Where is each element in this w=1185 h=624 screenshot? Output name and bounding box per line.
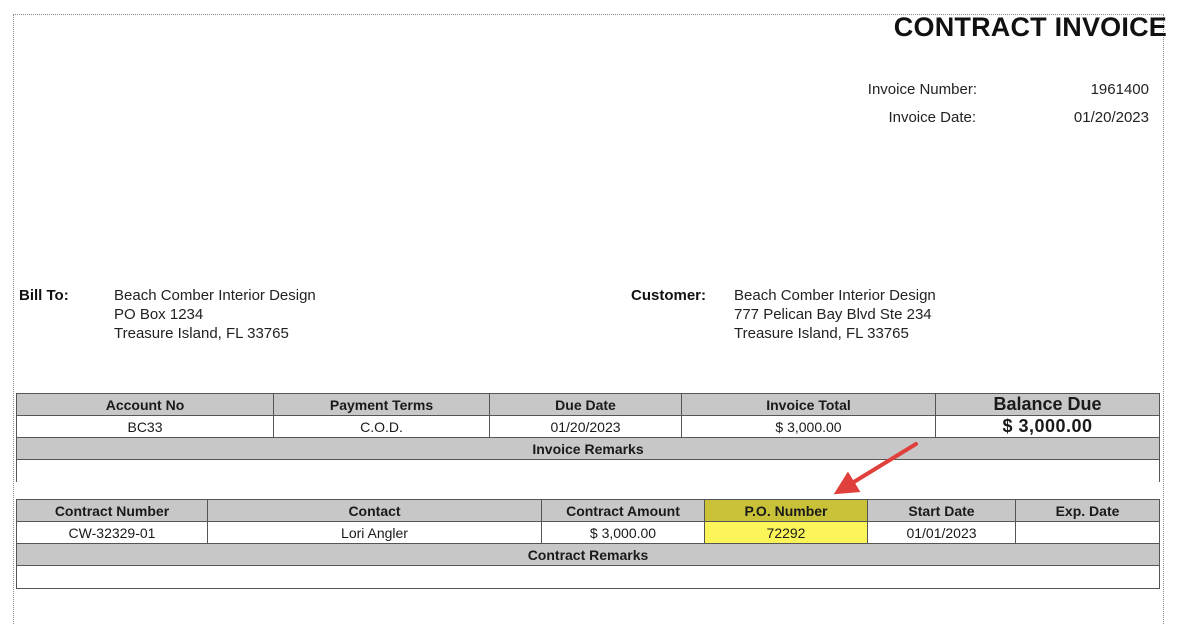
contract-remarks-header: Contract Remarks — [16, 543, 1160, 566]
customer-line-2: 777 Pelican Bay Blvd Ste 234 — [734, 306, 932, 323]
exp-date-value — [1015, 521, 1160, 544]
contract-number-value: CW-32329-01 — [16, 521, 208, 544]
start-date-header: Start Date — [867, 499, 1016, 522]
invoice-title: CONTRACT INVOICE — [893, 12, 1167, 42]
po-number-header: P.O. Number — [704, 499, 868, 522]
balance-due-value: $ 3,000.00 — [935, 415, 1160, 438]
account-no-header: Account No — [16, 393, 274, 416]
contact-value: Lori Angler — [207, 521, 542, 544]
invoice-total-header: Invoice Total — [681, 393, 936, 416]
contract-remarks-header-row: Contract Remarks — [16, 543, 1160, 566]
bill-to-label: Bill To: — [19, 287, 69, 304]
bill-to-line-2: PO Box 1234 — [114, 306, 204, 323]
invoice-number-value-row: 1961400 — [0, 81, 1149, 101]
po-number-value: 72292 — [704, 521, 868, 544]
summary-table: Account No Payment Terms Due Date Invoic… — [16, 393, 1160, 482]
customer-line-1: Beach Comber Interior Design — [734, 287, 936, 304]
due-date-value: 01/20/2023 — [489, 415, 682, 438]
customer-label: Customer: — [631, 287, 707, 304]
exp-date-header: Exp. Date — [1015, 499, 1160, 522]
contract-amount-header: Contract Amount — [541, 499, 705, 522]
contact-header: Contact — [207, 499, 542, 522]
contract-remarks-row — [16, 565, 1160, 589]
contract-header-row: Contract Number Contact Contract Amount … — [16, 499, 1160, 522]
due-date-header: Due Date — [489, 393, 682, 416]
start-date-value: 01/01/2023 — [867, 521, 1016, 544]
contract-value-row: CW-32329-01 Lori Angler $ 3,000.00 72292… — [16, 521, 1160, 544]
account-no-value: BC33 — [16, 415, 274, 438]
bill-to-line-3: Treasure Island, FL 33765 — [114, 325, 289, 342]
payment-terms-value: C.O.D. — [273, 415, 490, 438]
customer-line-3: Treasure Island, FL 33765 — [734, 325, 909, 342]
summary-header-row: Account No Payment Terms Due Date Invoic… — [16, 393, 1160, 416]
contract-amount-value: $ 3,000.00 — [541, 521, 705, 544]
balance-due-header: Balance Due — [935, 393, 1160, 416]
invoice-remarks-row — [16, 459, 1160, 482]
customer-address: Beach Comber Interior Design 777 Pelican… — [734, 286, 936, 343]
invoice-date-value: 01/20/2023 — [1073, 109, 1149, 126]
invoice-remarks-header: Invoice Remarks — [16, 437, 1160, 460]
invoice-remarks-header-row: Invoice Remarks — [16, 437, 1160, 460]
invoice-remarks-text — [16, 459, 1160, 482]
invoice-date-value-row: 01/20/2023 — [0, 109, 1149, 129]
payment-terms-header: Payment Terms — [273, 393, 490, 416]
contract-remarks-text — [16, 565, 1160, 589]
annotation-arrow-icon — [833, 442, 918, 495]
summary-value-row: BC33 C.O.D. 01/20/2023 $ 3,000.00 $ 3,00… — [16, 415, 1160, 438]
contract-table: Contract Number Contact Contract Amount … — [16, 499, 1160, 589]
contract-number-header: Contract Number — [16, 499, 208, 522]
bill-to-address: Beach Comber Interior Design PO Box 1234… — [114, 286, 316, 343]
invoice-total-value: $ 3,000.00 — [681, 415, 936, 438]
invoice-number-value: 1961400 — [1090, 81, 1149, 98]
bill-to-line-1: Beach Comber Interior Design — [114, 287, 316, 304]
